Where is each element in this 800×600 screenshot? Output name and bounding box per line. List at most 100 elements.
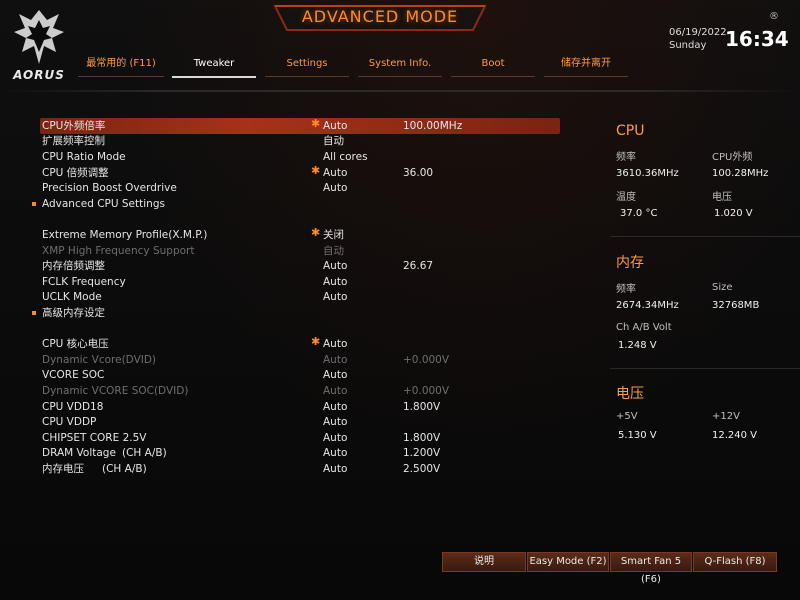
mem-volt-label: Ch A/B Volt [616, 322, 672, 333]
setting-label: CPU 倍频调整 [42, 167, 109, 179]
setting-value: Auto [323, 260, 348, 272]
help-button[interactable]: 说明 [442, 552, 526, 572]
setting-sublabel: (CH A/B) [102, 463, 147, 475]
setting-row-cpu-ratio-mode[interactable]: CPU Ratio Mode All cores [40, 149, 560, 165]
star-icon: ✱ [311, 335, 321, 348]
setting-readout: 26.67 [403, 260, 434, 272]
setting-row-cpu-vdd18[interactable]: CPU VDD18 Auto 1.800V [40, 399, 560, 415]
v12-value: 12.240 V [712, 430, 758, 441]
setting-readout: 2.500V [403, 463, 441, 475]
setting-value: Auto [323, 447, 348, 459]
setting-value: Auto [323, 182, 348, 194]
setting-value: Auto [323, 167, 348, 179]
setting-value: All cores [323, 151, 368, 163]
star-icon: ✱ [311, 117, 321, 130]
setting-label: Dynamic Vcore(DVID) [42, 354, 157, 366]
smart-fan-button[interactable]: Smart Fan 5 (F6) [610, 552, 692, 585]
setting-row-cpu-ratio[interactable]: CPU 倍频调整 ✱ Auto 36.00 [40, 164, 560, 181]
setting-value: Auto [323, 291, 348, 303]
cpu-temp-label: 温度 [616, 192, 636, 203]
setting-label: 内存电压 [42, 463, 84, 475]
setting-readout: 1.200V [403, 447, 441, 459]
setting-row-memory-voltage[interactable]: 内存电压 (CH A/B) Auto 2.500V [40, 461, 560, 477]
setting-value: Auto [323, 338, 348, 350]
mem-freq-value: 2674.34MHz [616, 300, 679, 311]
setting-readout: 100.00MHz [403, 120, 463, 132]
qflash-button[interactable]: Q-Flash (F8) [693, 552, 777, 572]
tab-settings[interactable]: Settings [265, 56, 349, 77]
setting-value: Auto [323, 416, 348, 428]
registered-mark: ® [769, 11, 779, 22]
setting-readout: 36.00 [403, 167, 434, 179]
setting-row-memory-multiplier[interactable]: 内存倍频调整 Auto 26.67 [40, 258, 560, 274]
setting-label: XMP High Frequency Support [42, 245, 195, 257]
setting-row-dynamic-vcore-soc: Dynamic VCORE SOC(DVID) Auto +0.000V [40, 383, 560, 399]
tab-save-exit[interactable]: 储存并离开 [544, 56, 628, 77]
section-divider [610, 236, 800, 237]
setting-label: DRAM Voltage [42, 447, 116, 459]
setting-readout: +0.000V [403, 354, 450, 366]
setting-readout: 1.800V [403, 432, 441, 444]
top-nav: 最常用的 (F11) Tweaker Settings System Info.… [0, 56, 800, 80]
tab-boot[interactable]: Boot [451, 56, 535, 77]
setting-row-cpu-clock-ratio[interactable]: CPU外频倍率 ✱ Auto 100.00MHz [40, 117, 560, 134]
setting-row-vcore-soc[interactable]: VCORE SOC Auto [40, 367, 560, 383]
setting-value: Auto [323, 463, 348, 475]
submenu-advanced-memory-settings[interactable]: 高级内存设定 [32, 305, 560, 321]
setting-row-cpu-vddp[interactable]: CPU VDDP Auto [40, 414, 560, 430]
tab-favorites[interactable]: 最常用的 (F11) [78, 56, 164, 77]
setting-label: FCLK Frequency [42, 276, 126, 288]
setting-label: 高级内存设定 [42, 307, 105, 319]
submenu-advanced-cpu-settings[interactable]: Advanced CPU Settings [32, 196, 560, 212]
setting-row-cpu-vcore[interactable]: CPU 核心电压 ✱ Auto [40, 335, 560, 352]
tab-tweaker[interactable]: Tweaker [172, 56, 256, 78]
mem-volt-value: 1.248 V [618, 340, 657, 351]
section-title-voltage: 电压 [616, 386, 644, 402]
header-divider [0, 90, 800, 92]
submenu-marker-icon [32, 202, 36, 206]
setting-label: 内存倍频调整 [42, 260, 105, 272]
star-icon: ✱ [311, 226, 321, 239]
setting-label: Extreme Memory Profile(X.M.P.) [42, 229, 208, 241]
setting-readout: +0.000V [403, 385, 450, 397]
setting-value: Auto [323, 120, 348, 132]
setting-label: Precision Boost Overdrive [42, 182, 177, 194]
cpu-volt-value: 1.020 V [714, 208, 753, 219]
star-icon: ✱ [311, 164, 321, 177]
tab-system-info[interactable]: System Info. [358, 56, 442, 77]
setting-row-chipset-core[interactable]: CHIPSET CORE 2.5V Auto 1.800V [40, 430, 560, 446]
setting-value: Auto [323, 432, 348, 444]
cpu-freq-value: 3610.36MHz [616, 168, 679, 179]
section-title-memory: 内存 [616, 255, 644, 271]
v5-value: 5.130 V [618, 430, 657, 441]
setting-row-spread-spectrum[interactable]: 扩展频率控制 自动 [40, 133, 560, 149]
setting-value: Auto [323, 385, 348, 397]
title-bar: ADVANCED MODE [273, 4, 487, 32]
setting-row-xmp-high-freq: XMP High Frequency Support 自动 [40, 243, 560, 259]
setting-label: CPU外频倍率 [42, 120, 106, 132]
setting-label: CPU Ratio Mode [42, 151, 126, 163]
mem-size-value: 32768MB [712, 300, 760, 311]
setting-readout: 1.800V [403, 401, 441, 413]
setting-label: CPU 核心电压 [42, 338, 109, 350]
setting-label: CHIPSET CORE 2.5V [42, 432, 147, 444]
mem-freq-label: 频率 [616, 284, 636, 295]
setting-row-xmp[interactable]: Extreme Memory Profile(X.M.P.) ✱ 关闭 [40, 226, 560, 243]
v12-label: +12V [712, 411, 740, 422]
cpu-volt-label: 电压 [712, 192, 732, 203]
setting-row-uclk-mode[interactable]: UCLK Mode Auto [40, 289, 560, 305]
cpu-bclk-value: 100.28MHz [712, 168, 769, 179]
weekday-text: Sunday [669, 40, 707, 51]
setting-row-pbo[interactable]: Precision Boost Overdrive Auto [40, 180, 560, 196]
setting-row-dram-voltage[interactable]: DRAM Voltage (CH A/B) Auto 1.200V [40, 445, 560, 461]
setting-row-fclk[interactable]: FCLK Frequency Auto [40, 274, 560, 290]
section-divider [610, 368, 800, 369]
setting-value: Auto [323, 354, 348, 366]
setting-label: VCORE SOC [42, 369, 105, 381]
easy-mode-button[interactable]: Easy Mode (F2) [527, 552, 609, 572]
setting-label: Advanced CPU Settings [42, 198, 165, 210]
setting-value: Auto [323, 369, 348, 381]
cpu-temp-value: 37.0 °C [620, 208, 658, 219]
date-text: 06/19/2022 [669, 27, 727, 38]
setting-label: Dynamic VCORE SOC(DVID) [42, 385, 189, 397]
